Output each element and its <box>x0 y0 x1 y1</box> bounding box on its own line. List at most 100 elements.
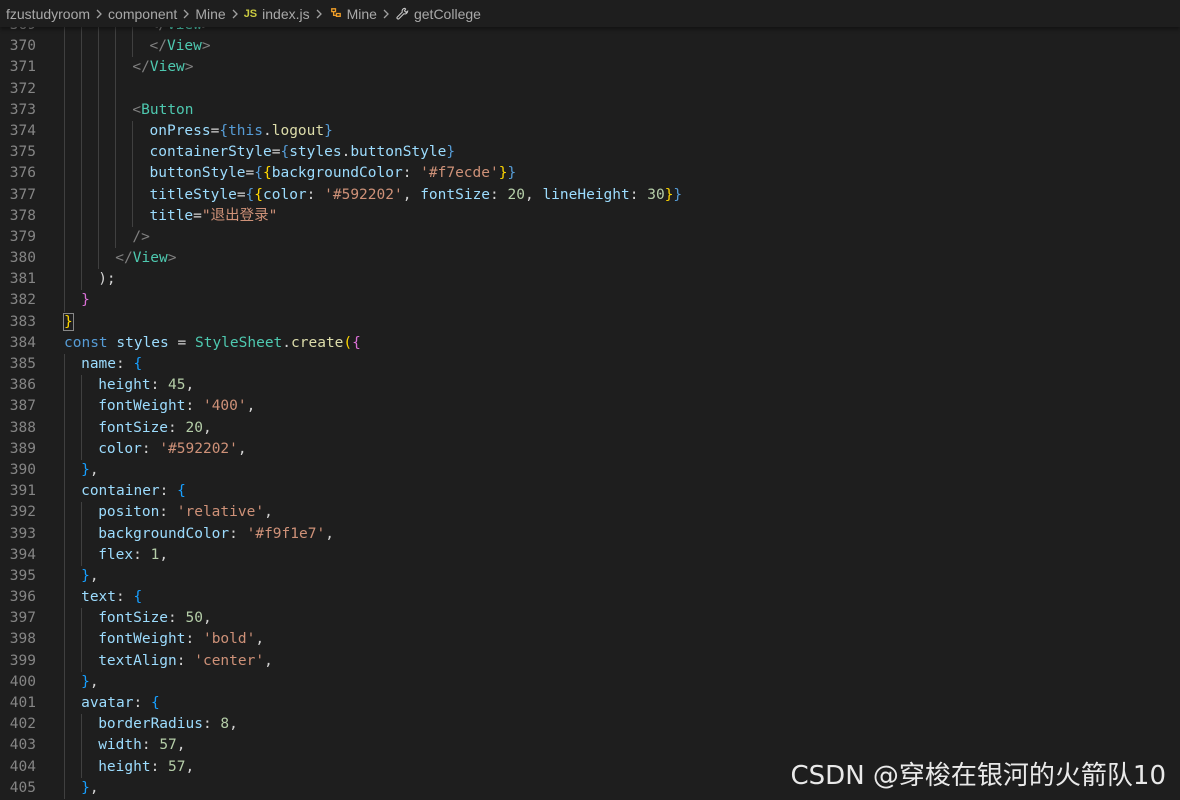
code-content[interactable]: containerStyle={styles.buttonStyle} <box>150 142 456 163</box>
code-line: 398 fontWeight: 'bold', <box>0 629 1180 651</box>
code-content[interactable]: fontSize: 20, <box>98 418 212 439</box>
breadcrumb-label: getCollege <box>413 5 481 22</box>
code-line: 395}, <box>0 565 1180 588</box>
indent-guide <box>64 396 65 418</box>
code-token: borderRadius <box>98 716 203 733</box>
code-content[interactable]: onPress={this.logout} <box>150 121 333 142</box>
code-token: : <box>168 419 186 436</box>
code-content[interactable]: borderRadius: 8, <box>98 714 238 735</box>
code-content[interactable]: backgroundColor: '#f9f1e7', <box>98 524 334 545</box>
line-number: 378 <box>9 207 36 224</box>
code-content[interactable]: }, <box>81 778 98 799</box>
code-content[interactable]: flex: 1, <box>98 545 168 566</box>
code-content[interactable]: text: { <box>81 587 142 608</box>
code-token: logout <box>271 122 325 139</box>
line-number: 386 <box>9 377 36 394</box>
code-content[interactable]: /> <box>132 227 149 248</box>
code-content[interactable]: </View> <box>150 36 211 57</box>
line-number: 382 <box>9 292 36 309</box>
indent-guide <box>132 205 134 227</box>
breadcrumb-item-4[interactable]: Mine <box>328 6 377 22</box>
code-content[interactable]: container: { <box>81 481 186 502</box>
code-token: : <box>150 758 169 775</box>
breadcrumb-item-5[interactable]: getCollege <box>395 6 481 22</box>
code-content[interactable]: const styles = StyleSheet.create({ <box>64 333 361 354</box>
breadcrumb-item-2[interactable]: Mine <box>195 6 225 22</box>
indent-guide <box>81 417 83 439</box>
indent-guide <box>98 120 100 143</box>
code-token: } <box>673 186 683 203</box>
code-line: 387 fontWeight: '400', <box>0 396 1180 418</box>
code-token: onPress <box>149 122 211 139</box>
code-content[interactable]: titleStyle={{color: '#592202', fontSize:… <box>150 185 683 206</box>
code-line: 401 avatar: { <box>0 693 1180 715</box>
breadcrumb-item-3[interactable]: JS index.js <box>244 6 310 22</box>
indent-guide <box>64 248 65 270</box>
code-token: { <box>254 165 263 182</box>
code-token: , <box>237 440 247 457</box>
code-line: 386 height: 45, <box>0 375 1180 397</box>
code-content[interactable]: positon: 'relative', <box>98 502 273 523</box>
line-number: 377 <box>9 186 36 203</box>
code-token: { <box>254 186 264 203</box>
code-content[interactable]: } <box>63 312 74 333</box>
code-content[interactable]: textAlign: 'center', <box>98 651 273 672</box>
code-content[interactable]: fontWeight: '400', <box>98 396 255 417</box>
code-editor[interactable]: 369</View>370</View>371</View>372373<But… <box>0 15 1180 800</box>
code-content[interactable]: avatar: { <box>81 693 160 714</box>
chevron-right-icon <box>230 9 240 19</box>
indent-guide <box>98 57 100 79</box>
indent-guide <box>98 163 100 185</box>
line-number: 371 <box>9 59 36 76</box>
breadcrumb-item-1[interactable]: component <box>108 6 177 22</box>
code-content[interactable]: height: 57, <box>98 757 194 778</box>
code-content[interactable]: name: { <box>81 354 142 375</box>
code-content[interactable]: width: 57, <box>98 735 185 756</box>
indent-guide <box>64 608 65 630</box>
code-content[interactable]: </View> <box>115 248 176 269</box>
code-token: : <box>159 483 178 500</box>
code-content[interactable]: title="退出登录" <box>150 206 278 227</box>
indent-guide <box>64 714 65 736</box>
code-content[interactable]: <Button <box>132 100 193 121</box>
indent-guide <box>81 375 83 397</box>
code-token: , <box>185 758 195 775</box>
code-line: 371 </View> <box>0 57 1180 79</box>
code-content[interactable]: }, <box>81 566 98 587</box>
indent-guide <box>64 587 65 609</box>
indent-guide <box>64 650 65 672</box>
indent-guide <box>115 99 117 121</box>
code-line: 400}, <box>0 671 1180 693</box>
code-token: 'bold' <box>202 631 256 648</box>
chevron-right-icon <box>94 9 104 19</box>
code-content[interactable]: ); <box>98 269 115 290</box>
code-content[interactable]: color: '#592202', <box>98 439 246 460</box>
indent-guide <box>64 269 65 291</box>
code-content[interactable]: buttonStyle={{backgroundColor: '#f7ecde'… <box>150 163 517 184</box>
line-number: 388 <box>9 419 36 436</box>
indent-guide <box>81 57 83 79</box>
indent-guide <box>115 184 117 206</box>
indent-guide <box>81 120 83 143</box>
code-token: fontSize <box>98 419 169 436</box>
code-content[interactable]: } <box>81 290 90 311</box>
code-token: = <box>245 165 255 182</box>
code-content[interactable]: </View> <box>132 57 193 78</box>
line-number: 373 <box>9 101 36 118</box>
indent-guide <box>64 777 65 799</box>
code-content[interactable]: fontSize: 50, <box>98 608 212 629</box>
code-token: , <box>176 737 186 754</box>
indent-guide <box>81 714 83 736</box>
code-token: : <box>159 504 177 521</box>
line-number: 405 <box>9 779 36 796</box>
code-token: > <box>167 250 177 267</box>
breadcrumb-item-0[interactable]: fzustudyroom <box>6 6 90 22</box>
code-content[interactable]: fontWeight: 'bold', <box>98 629 264 650</box>
code-line: 393 backgroundColor: '#f9f1e7', <box>0 523 1180 545</box>
code-token: : <box>141 440 160 457</box>
code-content[interactable]: }, <box>81 672 98 693</box>
code-content[interactable]: height: 45, <box>98 375 194 396</box>
code-token: this <box>228 122 263 139</box>
code-content[interactable]: }, <box>81 460 98 481</box>
code-token: , <box>185 377 195 394</box>
